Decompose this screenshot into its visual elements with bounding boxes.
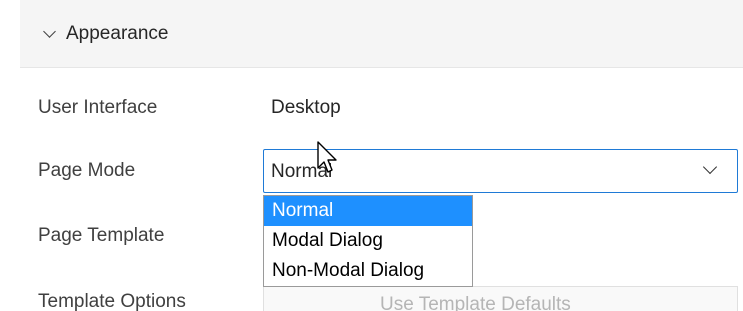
page-mode-options-list: Normal Modal Dialog Non-Modal Dialog	[263, 195, 473, 287]
option-non-modal-dialog[interactable]: Non-Modal Dialog	[264, 256, 472, 286]
chevron-down-icon	[43, 24, 56, 38]
template-options-value: Use Template Defaults	[380, 294, 571, 311]
section-title: Appearance	[66, 22, 169, 44]
template-options-label: Template Options	[38, 291, 186, 311]
page-mode-label: Page Mode	[38, 160, 136, 181]
select-chevron-down-icon	[702, 159, 718, 175]
appearance-section-header[interactable]: Appearance	[20, 0, 743, 68]
option-modal-dialog[interactable]: Modal Dialog	[264, 226, 472, 256]
user-interface-label: User Interface	[38, 97, 158, 118]
option-normal[interactable]: Normal	[264, 196, 472, 226]
mouse-cursor-icon	[317, 141, 337, 173]
user-interface-value: Desktop	[271, 97, 341, 118]
page: Appearance User Interface Desktop Page M…	[0, 0, 743, 311]
template-options-field[interactable]: Use Template Defaults	[263, 286, 738, 311]
page-template-label: Page Template	[38, 225, 165, 246]
